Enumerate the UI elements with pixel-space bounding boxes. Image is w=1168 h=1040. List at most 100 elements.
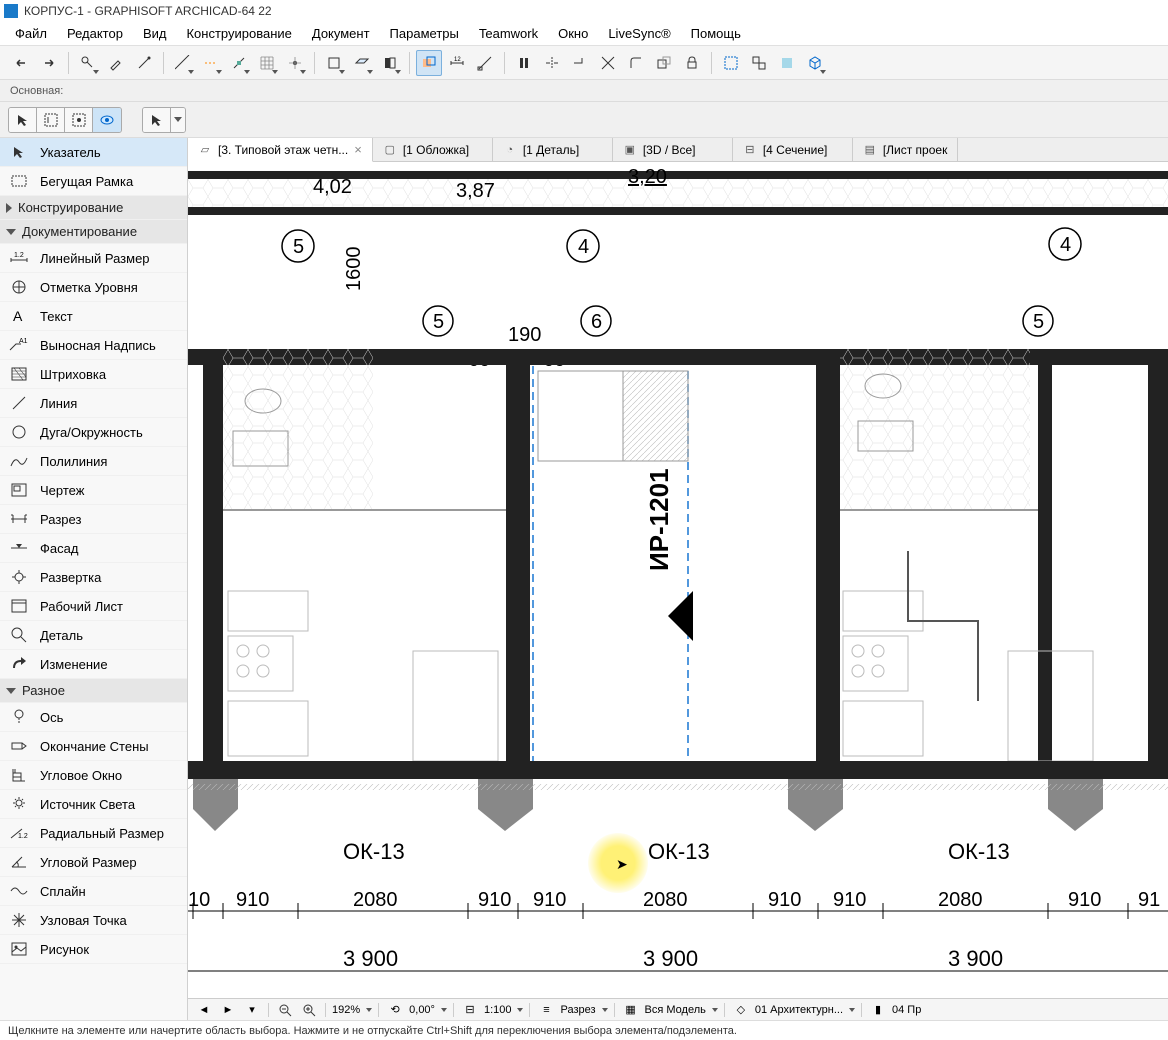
tool-figure[interactable]: Рисунок bbox=[0, 935, 187, 964]
selection-quick-button[interactable] bbox=[93, 108, 121, 132]
selection-direction-button[interactable] bbox=[65, 108, 93, 132]
menu-file[interactable]: Файл bbox=[6, 23, 56, 44]
tool-label: Угловой Размер bbox=[40, 855, 137, 870]
tool-worksheet[interactable]: Рабочий Лист bbox=[0, 592, 187, 621]
orient-button[interactable]: ⟲ bbox=[385, 1001, 405, 1019]
nav-menu-button[interactable]: ▾ bbox=[242, 1001, 262, 1019]
quick-options-bar: ◄ ► ▾ 192% ⟲ 0,00° ⊟ 1:100 ≡ Разрез ▦ Вс… bbox=[188, 998, 1168, 1020]
nav-fwd-button[interactable]: ► bbox=[218, 1001, 238, 1019]
toolbox-header-document[interactable]: Документирование bbox=[0, 220, 187, 244]
cursor-dropdown-button[interactable] bbox=[171, 108, 185, 132]
zoom-in-button[interactable] bbox=[299, 1001, 319, 1019]
tool-linear-dim[interactable]: 1.2Линейный Размер bbox=[0, 244, 187, 273]
tool-level-dim[interactable]: Отметка Уровня bbox=[0, 273, 187, 302]
tool-line[interactable]: Линия bbox=[0, 389, 187, 418]
tool-angular-dim[interactable]: Угловой Размер bbox=[0, 848, 187, 877]
redo-button[interactable] bbox=[36, 50, 62, 76]
guide-line-button[interactable] bbox=[198, 50, 224, 76]
marquee-edit-button[interactable] bbox=[718, 50, 744, 76]
pen-value[interactable]: 04 Пр bbox=[892, 1004, 921, 1016]
ruler-button[interactable] bbox=[170, 50, 196, 76]
toolbox-header-construct[interactable]: Конструирование bbox=[0, 196, 187, 220]
suspend-button[interactable] bbox=[511, 50, 537, 76]
tool-section[interactable]: Разрез bbox=[0, 505, 187, 534]
tool-detail[interactable]: Деталь bbox=[0, 621, 187, 650]
tool-elevation[interactable]: Фасад bbox=[0, 534, 187, 563]
tool-pointer[interactable]: Указатель bbox=[0, 138, 187, 167]
scale-value[interactable]: 1:100 bbox=[484, 1004, 512, 1016]
tool-wall-end[interactable]: Окончание Стены bbox=[0, 732, 187, 761]
fillet-button[interactable] bbox=[623, 50, 649, 76]
dimension-button[interactable]: 12 bbox=[444, 50, 470, 76]
half-button[interactable] bbox=[377, 50, 403, 76]
angle-value[interactable]: 0,00° bbox=[409, 1004, 435, 1016]
tool-light[interactable]: Источник Света bbox=[0, 790, 187, 819]
tool-arc[interactable]: Дуга/Окружность bbox=[0, 418, 187, 447]
nav-back-button[interactable]: ◄ bbox=[194, 1001, 214, 1019]
intersect-button[interactable] bbox=[595, 50, 621, 76]
zoom-out-button[interactable] bbox=[275, 1001, 295, 1019]
menu-params[interactable]: Параметры bbox=[381, 23, 468, 44]
tool-corner-window[interactable]: Угловое Окно bbox=[0, 761, 187, 790]
adjust-button[interactable] bbox=[567, 50, 593, 76]
selection-arrow-button[interactable] bbox=[9, 108, 37, 132]
layer-value[interactable]: 01 Архитектурн... bbox=[755, 1004, 843, 1016]
menu-construct[interactable]: Конструирование bbox=[177, 23, 300, 44]
snap-point-button[interactable] bbox=[282, 50, 308, 76]
menu-view[interactable]: Вид bbox=[134, 23, 176, 44]
tool-drawing[interactable]: Чертеж bbox=[0, 476, 187, 505]
menu-livesync[interactable]: LiveSync® bbox=[599, 23, 679, 44]
menu-teamwork[interactable]: Teamwork bbox=[470, 23, 547, 44]
inject-button[interactable] bbox=[131, 50, 157, 76]
tool-marquee[interactable]: Бегущая Рамка bbox=[0, 167, 187, 196]
tool-spline[interactable]: Сплайн bbox=[0, 877, 187, 906]
tab-floorplan[interactable]: ▱ [3. Типовой этаж четн... × bbox=[188, 138, 373, 162]
tab-cover[interactable]: ▢ [1 Обложка] bbox=[373, 138, 493, 161]
tool-radial-dim[interactable]: 1.2Радиальный Размер bbox=[0, 819, 187, 848]
view-type-value[interactable]: Разрез bbox=[560, 1004, 595, 1016]
tool-axis[interactable]: Ось bbox=[0, 703, 187, 732]
tab-layout[interactable]: ▤ [Лист проек bbox=[853, 138, 959, 161]
tool-change[interactable]: Изменение bbox=[0, 650, 187, 679]
3d-button[interactable] bbox=[802, 50, 828, 76]
tool-hatch[interactable]: Штриховка bbox=[0, 360, 187, 389]
line-icon bbox=[8, 394, 30, 412]
grid-button[interactable] bbox=[254, 50, 280, 76]
measure-button[interactable] bbox=[472, 50, 498, 76]
tool-hotspot[interactable]: Узловая Точка bbox=[0, 906, 187, 935]
tab-close-button[interactable]: × bbox=[354, 142, 362, 157]
svg-text:4: 4 bbox=[578, 236, 589, 258]
tool-label-tool[interactable]: A1Выносная Надпись bbox=[0, 331, 187, 360]
box-button[interactable] bbox=[321, 50, 347, 76]
menu-help[interactable]: Помощь bbox=[682, 23, 750, 44]
menu-window[interactable]: Окно bbox=[549, 23, 597, 44]
resize-button[interactable] bbox=[651, 50, 677, 76]
zoom-value[interactable]: 192% bbox=[332, 1004, 360, 1016]
menu-editor[interactable]: Редактор bbox=[58, 23, 132, 44]
trace-button[interactable] bbox=[416, 50, 442, 76]
tool-interior-elev[interactable]: Развертка bbox=[0, 563, 187, 592]
lock-button[interactable] bbox=[679, 50, 705, 76]
group-edit-button[interactable] bbox=[746, 50, 772, 76]
hatch-icon bbox=[8, 365, 30, 383]
eyedrop-button[interactable] bbox=[103, 50, 129, 76]
geometry-toolbar bbox=[0, 102, 1168, 138]
cut-plane-button[interactable] bbox=[349, 50, 375, 76]
cursor-normal-button[interactable] bbox=[143, 108, 171, 132]
tab-3d[interactable]: ▣ [3D / Все] bbox=[613, 138, 733, 161]
tab-detail[interactable]: ◔ [1 Деталь] bbox=[493, 138, 613, 161]
pick-button[interactable] bbox=[75, 50, 101, 76]
split-button[interactable] bbox=[539, 50, 565, 76]
drawing-canvas[interactable]: 4,02 3,87 3,20 5 4 4 5 6 5 1600 190 60 6… bbox=[188, 162, 1168, 1020]
tool-polyline[interactable]: Полилиния bbox=[0, 447, 187, 476]
snap-button[interactable] bbox=[226, 50, 252, 76]
undo-button[interactable] bbox=[8, 50, 34, 76]
status-text: Щелкните на элементе или начертите облас… bbox=[8, 1025, 737, 1037]
tab-section[interactable]: ⊟ [4 Сечение] bbox=[733, 138, 853, 161]
menu-document[interactable]: Документ bbox=[303, 23, 379, 44]
tool-text[interactable]: AТекст bbox=[0, 302, 187, 331]
selection-partial-button[interactable] bbox=[37, 108, 65, 132]
show-button[interactable] bbox=[774, 50, 800, 76]
model-value[interactable]: Вся Модель bbox=[645, 1004, 706, 1016]
toolbox-header-misc[interactable]: Разное bbox=[0, 679, 187, 703]
